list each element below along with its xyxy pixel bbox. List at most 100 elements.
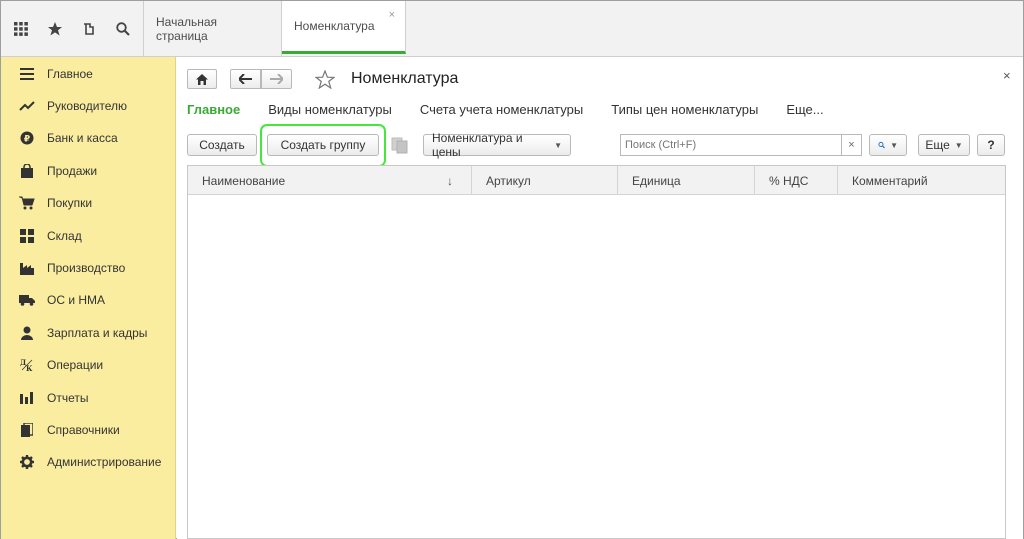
sidebar-item-label: Банк и касса — [47, 131, 118, 146]
sidebar: Главное Руководителю ₽ Банк и касса Прод… — [1, 57, 176, 539]
nomenclature-table[interactable]: Наименование ↓ Артикул Единица % НДС Ком… — [187, 165, 1006, 539]
sidebar-item-sales[interactable]: Продажи — [1, 155, 175, 187]
sidebar-item-warehouse[interactable]: Склад — [1, 219, 175, 251]
bar-chart-icon — [19, 390, 35, 406]
sidebar-item-label: Операции — [47, 358, 104, 373]
arrow-right-icon — [270, 74, 283, 84]
search-options-button[interactable]: ▼ — [869, 134, 907, 156]
sidebar-item-purchases[interactable]: Покупки — [1, 187, 175, 219]
sidebar-item-main[interactable]: Главное — [1, 58, 175, 90]
back-button[interactable] — [230, 69, 261, 89]
sidebar-item-directories[interactable]: Справочники — [1, 414, 175, 446]
section-price-types[interactable]: Типы цен номенклатуры — [611, 102, 758, 117]
ruble-coin-icon: ₽ — [19, 130, 35, 146]
cart-icon — [19, 195, 35, 211]
sidebar-item-label: Отчеты — [47, 390, 89, 405]
sort-arrow-icon: ↓ — [447, 173, 453, 188]
sidebar-item-label: Главное — [47, 66, 93, 81]
column-name[interactable]: Наименование ↓ — [188, 166, 472, 195]
create-group-button-label: Создать группу — [280, 138, 366, 152]
copy-icon[interactable] — [391, 137, 409, 157]
column-label: Единица — [632, 173, 681, 188]
sidebar-item-label: Склад — [47, 228, 82, 243]
sidebar-item-label: Производство — [47, 261, 126, 276]
warehouse-icon — [19, 228, 35, 244]
operations-icon: ДК — [19, 357, 35, 373]
column-vat[interactable]: % НДС — [755, 166, 838, 195]
tab-label: Номенклатура — [294, 19, 375, 33]
arrow-left-icon — [239, 74, 252, 84]
create-button-label: Создать — [199, 138, 245, 152]
main-panel: Номенклатура × Главное Виды номенклатуры… — [177, 58, 1023, 539]
factory-icon — [19, 260, 35, 276]
section-nomenclature-types[interactable]: Виды номенклатуры — [268, 102, 392, 117]
gear-icon — [19, 454, 35, 470]
books-icon — [19, 422, 35, 438]
page-title: Номенклатура — [351, 70, 459, 87]
tab-nomenclature[interactable]: Номенклатура × — [282, 1, 406, 54]
sidebar-item-production[interactable]: Производство — [1, 252, 175, 284]
trend-icon — [19, 98, 35, 114]
nomenclature-prices-button[interactable]: Номенклатура и цены ▼ — [423, 131, 571, 159]
truck-icon — [19, 292, 35, 308]
sidebar-item-label: Продажи — [47, 163, 98, 178]
search-icon[interactable] — [106, 1, 140, 57]
sidebar-item-label: Справочники — [47, 422, 120, 437]
top-bar: Начальная страница Номенклатура × — [1, 1, 1023, 57]
section-more[interactable]: Еще... — [786, 102, 823, 117]
apps-grid-icon[interactable] — [4, 1, 38, 57]
history-icon[interactable] — [72, 1, 106, 57]
sidebar-item-label: Администрирование — [47, 455, 162, 470]
create-group-button[interactable]: Создать группу — [267, 134, 379, 156]
more-button-label: Еще — [925, 138, 950, 152]
nomenclature-prices-label: Номенклатура и цены — [432, 131, 523, 159]
sidebar-item-administration[interactable]: Администрирование — [1, 446, 175, 478]
column-label: Комментарий — [852, 173, 928, 188]
sidebar-item-label: Покупки — [47, 196, 93, 211]
search-icon — [878, 141, 885, 149]
sidebar-item-operations[interactable]: ДК Операции — [1, 349, 175, 381]
sidebar-item-label: Зарплата и кадры — [47, 325, 148, 340]
toolbar-icons — [1, 1, 144, 57]
column-unit[interactable]: Единица — [618, 166, 755, 195]
chevron-down-icon: ▼ — [954, 140, 963, 150]
sidebar-item-manager[interactable]: Руководителю — [1, 90, 175, 122]
shopping-bag-icon — [19, 163, 35, 179]
sidebar-item-salary[interactable]: Зарплата и кадры — [1, 317, 175, 349]
help-button-label: ? — [987, 138, 995, 152]
menu-lines-icon — [19, 66, 35, 82]
search-input[interactable] — [620, 134, 862, 156]
section-main[interactable]: Главное — [187, 102, 240, 117]
close-icon[interactable]: × — [1003, 68, 1011, 83]
favorite-star-icon[interactable] — [314, 69, 336, 92]
create-button[interactable]: Создать — [187, 134, 257, 156]
sidebar-item-fixed-assets[interactable]: ОС и НМА — [1, 284, 175, 316]
home-button[interactable] — [187, 69, 217, 89]
close-icon[interactable]: × — [389, 9, 395, 21]
app-window: Начальная страница Номенклатура × Главно… — [0, 0, 1024, 539]
column-label: % НДС — [769, 173, 809, 188]
star-icon[interactable] — [38, 1, 72, 57]
help-button[interactable]: ? — [977, 134, 1005, 156]
person-icon — [19, 325, 35, 341]
forward-button[interactable] — [261, 69, 292, 89]
sidebar-item-label: Руководителю — [47, 99, 128, 114]
column-article[interactable]: Артикул — [472, 166, 618, 195]
search-clear-button[interactable]: × — [841, 134, 862, 156]
sidebar-item-reports[interactable]: Отчеты — [1, 381, 175, 413]
column-label: Артикул — [486, 173, 531, 188]
table-header: Наименование ↓ Артикул Единица % НДС Ком… — [188, 166, 1005, 195]
tab-label: Начальная страница — [156, 15, 218, 43]
more-button[interactable]: Еще ▼ — [918, 134, 970, 156]
tab-bar: Начальная страница Номенклатура × — [144, 1, 406, 57]
section-nav: Главное Виды номенклатуры Счета учета но… — [187, 102, 852, 117]
home-icon — [196, 73, 208, 85]
svg-text:₽: ₽ — [24, 135, 30, 145]
sidebar-item-label: ОС и НМА — [47, 293, 106, 308]
section-accounts[interactable]: Счета учета номенклатуры — [420, 102, 583, 117]
chevron-down-icon: ▼ — [890, 140, 898, 150]
column-label: Наименование — [202, 173, 286, 188]
sidebar-item-bank[interactable]: ₽ Банк и касса — [1, 122, 175, 154]
column-comment[interactable]: Комментарий — [838, 166, 1005, 195]
tab-home-page[interactable]: Начальная страница — [144, 1, 282, 57]
